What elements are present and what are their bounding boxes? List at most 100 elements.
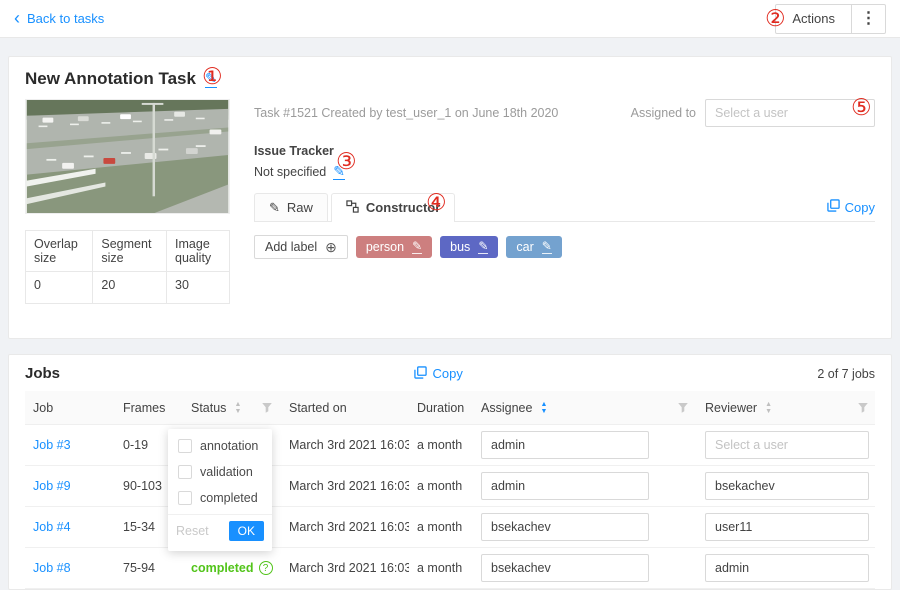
add-label-text: Add label [265, 240, 317, 254]
reviewer-input-job9[interactable] [705, 472, 869, 500]
more-menu-button[interactable]: ⋮ [852, 4, 886, 34]
label-name-car: car [516, 240, 533, 254]
jobs-count: 2 of 7 jobs [817, 367, 875, 381]
copy-icon [827, 199, 840, 215]
labels-constructor-panel: Add label ⊕ person ✎ bus ✎ car ✎ [254, 222, 875, 259]
filter-option-validation-label: validation [200, 465, 253, 479]
task-meta: Task #1521 Created by test_user_1 on Jun… [254, 99, 631, 120]
task-title-row: New Annotation Task ✎ [25, 69, 875, 89]
label-tag-car[interactable]: car ✎ [506, 236, 561, 258]
column-job-label: Job [33, 401, 53, 415]
column-status[interactable]: Status ▲▼ [183, 401, 281, 415]
task-meta-row: Task #1521 Created by test_user_1 on Jun… [254, 99, 875, 127]
param-header-segment: Segment size [93, 231, 167, 272]
assignee-sort-icon[interactable]: ▲▼ [540, 401, 547, 415]
back-to-tasks-label: Back to tasks [27, 11, 104, 26]
assignee-input-job4[interactable] [481, 513, 649, 541]
assignee-input-job9[interactable] [481, 472, 649, 500]
edit-label-person-icon[interactable]: ✎ [412, 240, 422, 254]
frames-cell: 75-94 [115, 561, 183, 575]
checkbox-annotation[interactable] [178, 439, 192, 453]
reviewer-sort-icon[interactable]: ▲▼ [765, 401, 772, 415]
task-assignee-input[interactable] [705, 99, 875, 127]
filter-dropdown-footer: Reset OK [168, 514, 272, 547]
constructor-icon [346, 200, 359, 215]
labels-tabs-bar: ✎ Raw Constructor [254, 193, 875, 222]
actions-button[interactable]: Actions [775, 4, 852, 34]
copy-labels-label: Copy [845, 200, 875, 215]
assignee-filter-icon[interactable] [677, 402, 689, 414]
column-reviewer[interactable]: Reviewer ▲▼ [697, 401, 877, 415]
started-cell: March 3rd 2021 16:03 [281, 479, 409, 493]
reviewer-input-job4[interactable] [705, 513, 869, 541]
task-details-card: New Annotation Task ✎ [8, 56, 892, 339]
label-tag-bus[interactable]: bus ✎ [440, 236, 498, 258]
jobs-table-header: Job Frames Status ▲▼ Started on Duration… [25, 391, 875, 425]
column-reviewer-label: Reviewer [705, 401, 757, 415]
started-cell: March 3rd 2021 16:03 [281, 561, 409, 575]
task-preview-image [25, 99, 230, 214]
ok-button[interactable]: OK [229, 521, 264, 541]
issue-tracker-value: Not specified [254, 165, 326, 179]
job-link-8[interactable]: Job #8 [33, 561, 71, 575]
chevron-left-icon: ‹ [14, 9, 20, 27]
tab-raw-label: Raw [287, 200, 313, 215]
annotation-circle-3: ③ [336, 150, 357, 173]
question-circle-icon[interactable]: ? [259, 561, 273, 575]
reset-button[interactable]: Reset [176, 524, 209, 538]
job-link-3[interactable]: Job #3 [33, 438, 71, 452]
jobs-header: Jobs Copy 2 of 7 jobs [25, 365, 875, 382]
tab-raw[interactable]: ✎ Raw [254, 193, 328, 221]
column-assignee[interactable]: Assignee ▲▼ [473, 401, 697, 415]
checkbox-validation[interactable] [178, 465, 192, 479]
jobs-title: Jobs [25, 365, 60, 382]
assigned-to-label: Assigned to [631, 106, 696, 120]
label-tag-person[interactable]: person ✎ [356, 236, 432, 258]
reviewer-input-job3[interactable] [705, 431, 869, 459]
edit-label-car-icon[interactable]: ✎ [542, 240, 552, 254]
job-row-8: Job #8 75-94 completed ? March 3rd 2021 … [25, 548, 875, 589]
checkbox-completed[interactable] [178, 491, 192, 505]
kebab-menu-icon: ⋮ [861, 10, 877, 27]
job-row-3: Job #3 0-19 March 3rd 2021 16:03 a month [25, 425, 875, 466]
column-started-label: Started on [289, 401, 347, 415]
copy-labels-link[interactable]: Copy [827, 199, 875, 215]
task-body: Overlap size Segment size Image quality … [25, 99, 875, 304]
param-value-overlap: 0 [26, 272, 93, 304]
edit-label-bus-icon[interactable]: ✎ [478, 240, 488, 254]
task-parameters-table: Overlap size Segment size Image quality … [25, 230, 230, 304]
filter-option-annotation-label: annotation [200, 439, 258, 453]
reviewer-filter-icon[interactable] [857, 402, 869, 414]
column-started-on: Started on [281, 401, 409, 415]
copy-jobs-link[interactable]: Copy [414, 366, 462, 382]
label-name-person: person [366, 240, 404, 254]
status-filter-icon[interactable] [261, 402, 273, 414]
task-left-column: Overlap size Segment size Image quality … [25, 99, 230, 304]
column-job: Job [25, 401, 115, 415]
job-link-9[interactable]: Job #9 [33, 479, 71, 493]
assigned-to-group: Assigned to [631, 99, 875, 127]
param-value-quality: 30 [167, 272, 230, 304]
param-value-segment: 20 [93, 272, 167, 304]
duration-cell: a month [409, 438, 473, 452]
started-cell: March 3rd 2021 16:03 [281, 520, 409, 534]
filter-option-annotation[interactable]: annotation [168, 433, 272, 459]
back-to-tasks-link[interactable]: ‹ Back to tasks [14, 11, 104, 27]
reviewer-input-job8[interactable] [705, 554, 869, 582]
filter-option-completed[interactable]: completed [168, 485, 272, 511]
filter-option-validation[interactable]: validation [168, 459, 272, 485]
duration-cell: a month [409, 479, 473, 493]
pencil-icon: ✎ [269, 201, 280, 214]
duration-cell: a month [409, 520, 473, 534]
job-row-4: Job #4 15-34 March 3rd 2021 16:03 a mont… [25, 507, 875, 548]
job-link-4[interactable]: Job #4 [33, 520, 71, 534]
assignee-input-job3[interactable] [481, 431, 649, 459]
duration-cell: a month [409, 561, 473, 575]
actions-button-group: Actions ⋮ [775, 4, 886, 34]
add-label-button[interactable]: Add label ⊕ [254, 235, 348, 259]
assignee-input-job8[interactable] [481, 554, 649, 582]
annotation-circle-2: ② [765, 7, 786, 30]
column-duration: Duration [409, 401, 473, 415]
task-title: New Annotation Task [25, 69, 196, 89]
status-sort-icon[interactable]: ▲▼ [234, 401, 241, 415]
